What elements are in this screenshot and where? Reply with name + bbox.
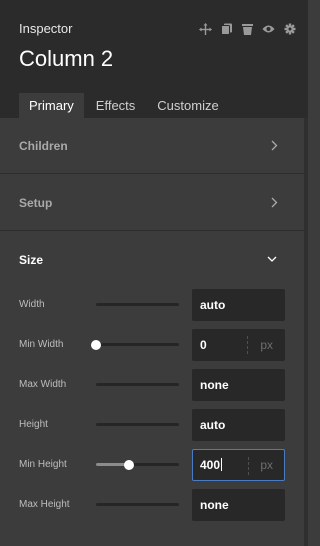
width-slider[interactable] — [96, 303, 179, 306]
max-width-slider[interactable] — [96, 383, 179, 386]
max-height-value: none — [200, 498, 229, 512]
prop-row-height: Height auto — [0, 409, 304, 441]
max-width-value: none — [200, 378, 229, 392]
section-size-label: Size — [19, 253, 44, 267]
duplicate-icon[interactable] — [216, 21, 237, 37]
height-slider[interactable] — [96, 423, 179, 426]
width-field[interactable]: auto — [192, 289, 285, 321]
min-width-slider[interactable] — [91, 340, 179, 350]
prop-row-max-height: Max Height none — [0, 489, 304, 521]
max-height-label: Max Height — [19, 499, 70, 510]
inspector-title: Inspector — [19, 21, 73, 36]
tab-effects[interactable]: Effects — [86, 93, 146, 118]
unit-separator — [247, 336, 248, 354]
scrollbar-track[interactable] — [304, 118, 308, 546]
prop-row-min-width: Min Width 0 px — [0, 329, 304, 361]
min-width-unit[interactable]: px — [260, 338, 273, 352]
min-width-label: Min Width — [19, 339, 64, 350]
inspector-toolbar — [195, 21, 300, 37]
tab-customize[interactable]: Customize — [147, 93, 228, 118]
chevron-down-icon — [267, 256, 277, 262]
min-height-value: 400 — [200, 458, 221, 472]
min-width-slider-thumb[interactable] — [91, 340, 101, 350]
move-icon[interactable] — [195, 21, 216, 37]
chevron-right-icon — [271, 197, 278, 208]
tab-primary[interactable]: Primary — [19, 93, 84, 118]
min-height-slider-thumb[interactable] — [124, 460, 135, 470]
text-caret — [221, 458, 223, 471]
min-width-field[interactable]: 0 px — [192, 329, 285, 361]
inspector-tabs: Primary Effects Customize — [19, 93, 229, 118]
prop-row-width: Width auto — [0, 289, 304, 321]
settings-icon[interactable] — [279, 21, 300, 37]
inspector-header: Inspector Column 2 Primary Effects Custo… — [0, 0, 308, 118]
prop-row-max-width: Max Width none — [0, 369, 304, 401]
delete-icon[interactable] — [237, 21, 258, 37]
max-width-label: Max Width — [19, 379, 67, 390]
min-height-value-wrap: 400 — [200, 458, 223, 472]
chevron-right-icon — [271, 140, 278, 151]
section-children-label: Children — [19, 139, 68, 153]
visibility-icon[interactable] — [258, 21, 279, 37]
height-label: Height — [19, 419, 48, 430]
width-value: auto — [200, 298, 226, 312]
height-value: auto — [200, 418, 226, 432]
max-height-field[interactable]: none — [192, 489, 285, 521]
max-width-field[interactable]: none — [192, 369, 285, 401]
unit-separator — [248, 457, 249, 475]
min-width-value: 0 — [200, 338, 207, 352]
component-name: Column 2 — [19, 46, 114, 71]
section-setup-label: Setup — [19, 196, 53, 210]
min-height-field[interactable]: 400 px — [192, 449, 285, 481]
section-size[interactable]: Size — [0, 232, 304, 288]
min-height-label: Min Height — [19, 459, 67, 470]
height-field[interactable]: auto — [192, 409, 285, 441]
width-label: Width — [19, 299, 45, 310]
max-height-slider[interactable] — [96, 503, 179, 506]
section-children[interactable]: Children — [0, 118, 304, 174]
prop-row-min-height: Min Height 400 px — [0, 449, 304, 481]
min-height-slider[interactable] — [96, 460, 179, 470]
section-setup[interactable]: Setup — [0, 175, 304, 231]
min-height-unit[interactable]: px — [260, 458, 273, 472]
